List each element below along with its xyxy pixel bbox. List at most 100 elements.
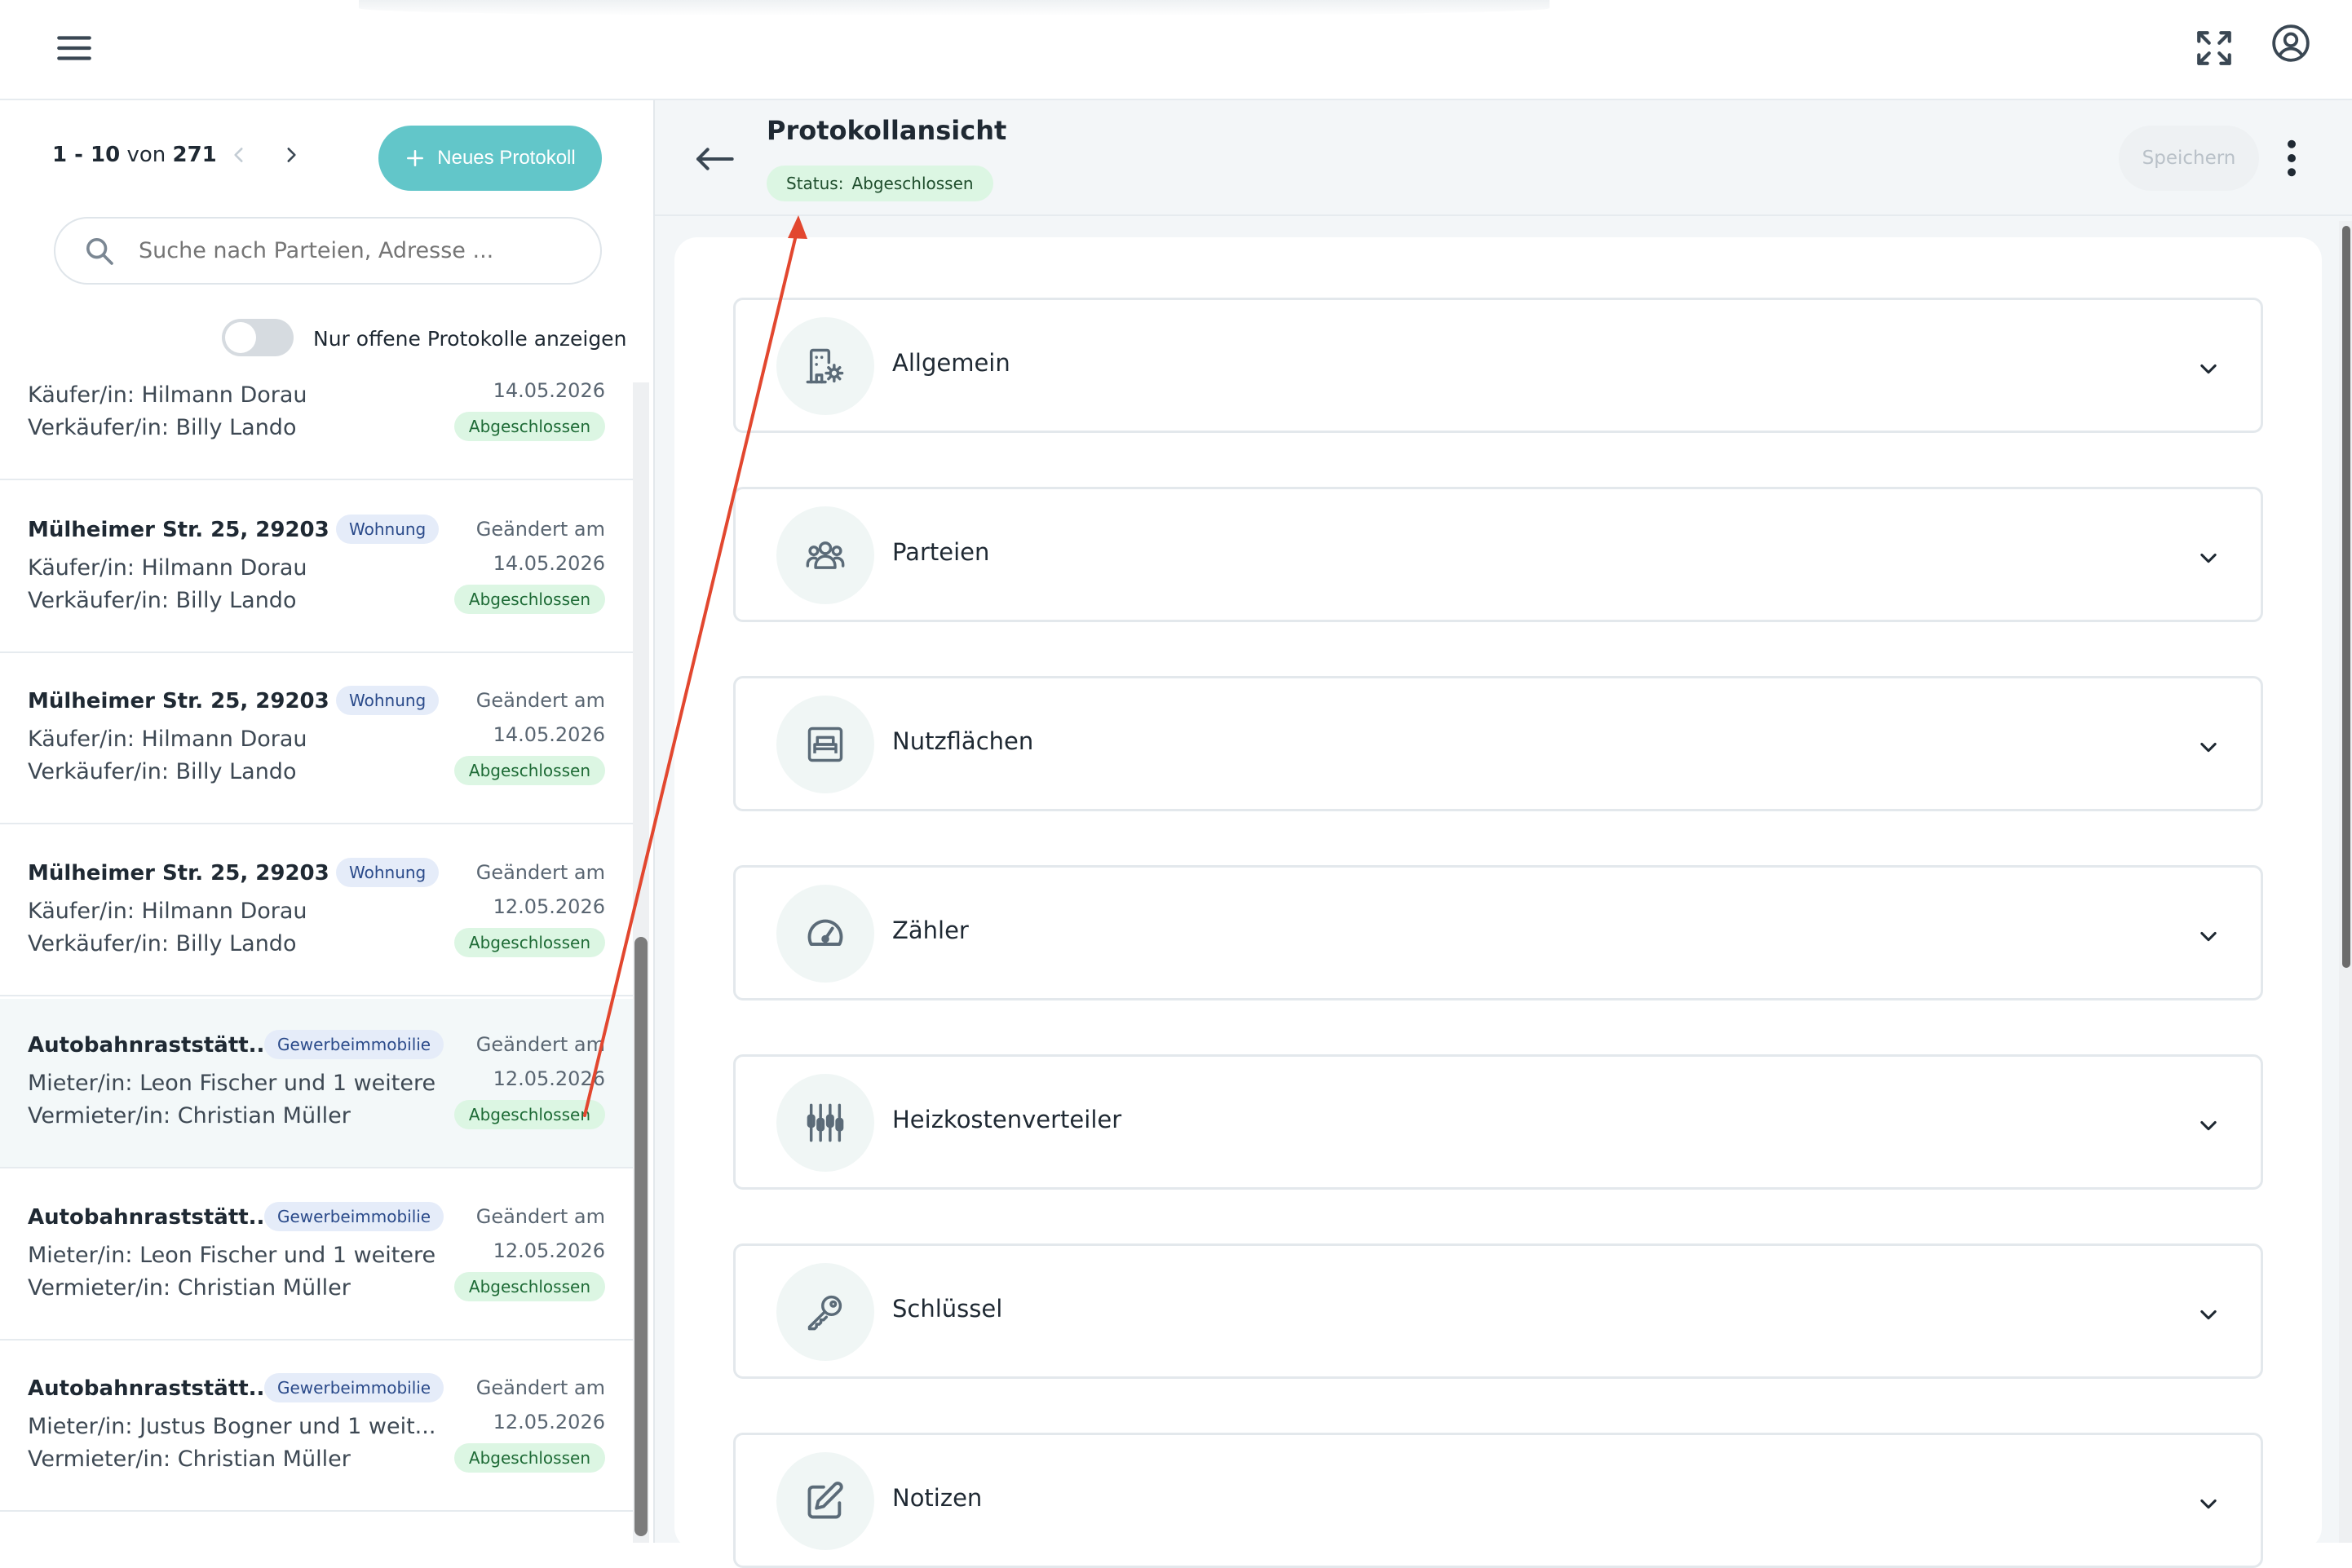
list-item[interactable]: Autobahnraststätt... Gewerbeimmobilie Miet… xyxy=(0,1342,633,1512)
list-item-party1: Käufer/in: Hilmann Dorau xyxy=(28,899,307,924)
list-item-party1: Käufer/in: Hilmann Dorau xyxy=(28,727,307,752)
building-gear-icon xyxy=(776,317,874,415)
expand-icon[interactable] xyxy=(2194,28,2235,68)
group-icon xyxy=(776,506,874,604)
top-bar xyxy=(0,0,2352,100)
status-badge: Abgeschlossen xyxy=(453,1272,605,1301)
list-item-address: Mülheimer Str. 25, 29203 ... xyxy=(28,689,361,713)
account-icon[interactable] xyxy=(2270,23,2311,64)
new-protocol-label: Neues Protokoll xyxy=(437,147,576,169)
gauge-icon xyxy=(776,885,874,983)
list-item-party2: Vermieter/in: Christian Müller xyxy=(28,1275,351,1301)
section-heizkostenverteiler[interactable]: Heizkostenverteiler xyxy=(733,1054,2263,1190)
status-label: Status: xyxy=(786,174,844,193)
list-item-address: Autobahnraststätt... xyxy=(28,1205,273,1230)
list-item-address: Autobahnraststätt... xyxy=(28,1033,273,1058)
detail-scrollbar-thumb[interactable] xyxy=(2342,226,2350,968)
chevron-down-icon[interactable] xyxy=(2197,546,2220,569)
section-schlüssel[interactable]: Schlüssel xyxy=(733,1243,2263,1379)
list-scrollbar[interactable] xyxy=(633,382,649,1543)
status-badge: Abgeschlossen xyxy=(453,928,605,957)
save-button[interactable]: Speichern xyxy=(2119,126,2259,191)
chevron-down-icon[interactable] xyxy=(2197,357,2220,380)
status-badge: Abgeschlossen xyxy=(453,412,605,441)
chevron-down-icon[interactable] xyxy=(2197,1303,2220,1326)
property-type-badge: Gewerbeimmobilie xyxy=(264,1030,444,1059)
list-item-address: Mülheimer Str. 25, 29203 ... xyxy=(28,861,361,886)
changed-date: 12.05.2026 xyxy=(493,1239,605,1262)
list-item[interactable]: Autobahnraststätt... Gewerbeimmobilie Miet… xyxy=(0,999,633,1168)
list-item-party2: Verkäufer/in: Billy Lando xyxy=(28,759,297,784)
changed-date: 12.05.2026 xyxy=(493,1067,605,1090)
section-zähler[interactable]: Zähler xyxy=(733,865,2263,1000)
changed-label: Geändert am xyxy=(475,689,605,712)
plus-icon xyxy=(407,150,424,166)
section-label: Zähler xyxy=(892,917,969,944)
list-item-address: Autobahnraststätt... xyxy=(28,1376,273,1401)
pagination-range: 1 - 10 von 271 xyxy=(52,143,217,167)
list-item-address: Mülheimer Str. 25, 29203 ... xyxy=(28,518,361,542)
section-label: Parteien xyxy=(892,538,990,566)
search-box xyxy=(54,217,602,285)
list-item[interactable]: Mülheimer Str. 25, 29203 ...WohnungKäufe… xyxy=(0,655,633,824)
changed-label: Geändert am xyxy=(475,518,605,541)
changed-date: 14.05.2026 xyxy=(493,552,605,575)
changed-label: Geändert am xyxy=(475,861,605,884)
list-item[interactable]: Mülheimer Str. 25, 29203 ...Wohnung Käufe… xyxy=(0,827,633,996)
section-parteien[interactable]: Parteien xyxy=(733,487,2263,622)
hamburger-menu-icon[interactable] xyxy=(54,28,95,68)
chevron-right-icon[interactable] xyxy=(281,144,302,166)
heat-meter-icon xyxy=(776,1074,874,1172)
list-item-party2: Verkäufer/in: Billy Lando xyxy=(28,931,297,956)
list-item[interactable]: Mülheimer Str. 25, 29203 ...WohnungKäufe… xyxy=(0,382,633,480)
status-badge: Status: Abgeschlossen xyxy=(767,166,993,201)
status-value: Abgeschlossen xyxy=(851,174,974,193)
changed-label: Geändert am xyxy=(475,1376,605,1399)
top-shadow xyxy=(359,0,1550,16)
list-item[interactable]: Mülheimer Str. 25, 29203 ...WohnungKäufe… xyxy=(0,484,633,653)
back-arrow-icon[interactable] xyxy=(694,143,735,175)
section-notizen[interactable]: Notizen xyxy=(733,1433,2263,1568)
chevron-down-icon[interactable] xyxy=(2197,925,2220,947)
changed-label: Geändert am xyxy=(475,1033,605,1056)
detail-scrollbar[interactable] xyxy=(2339,221,2352,1543)
property-type-badge: Gewerbeimmobilie xyxy=(264,1202,444,1231)
changed-label: Geändert am xyxy=(475,1205,605,1228)
list-item-party2: Vermieter/in: Christian Müller xyxy=(28,1103,351,1129)
list-item-party2: Verkäufer/in: Billy Lando xyxy=(28,415,297,440)
list-item-party1: Käufer/in: Hilmann Dorau xyxy=(28,382,307,408)
changed-date: 14.05.2026 xyxy=(493,723,605,746)
section-label: Heizkostenverteiler xyxy=(892,1106,1122,1133)
page-title: Protokollansicht xyxy=(767,115,1007,146)
list-item-party2: Verkäufer/in: Billy Lando xyxy=(28,588,297,613)
chevron-down-icon[interactable] xyxy=(2197,1492,2220,1515)
changed-date: 12.05.2026 xyxy=(493,1411,605,1433)
list-item[interactable]: Autobahnraststätt... Gewerbeimmobilie Miet… xyxy=(0,1171,633,1341)
section-label: Schlüssel xyxy=(892,1295,1003,1323)
protocol-list: Mülheimer Str. 25, 29203 ...WohnungKäufe… xyxy=(0,382,633,1543)
open-only-toggle[interactable] xyxy=(222,319,294,356)
section-label: Notizen xyxy=(892,1484,983,1512)
list-scrollbar-thumb[interactable] xyxy=(634,937,648,1536)
list-item-party2: Vermieter/in: Christian Müller xyxy=(28,1447,351,1472)
changed-date: 12.05.2026 xyxy=(493,895,605,918)
toggle-label: Nur offene Protokolle anzeigen xyxy=(313,327,627,351)
section-nutzflächen[interactable]: Nutzflächen xyxy=(733,676,2263,811)
search-input[interactable] xyxy=(137,237,581,264)
status-badge: Abgeschlossen xyxy=(453,1443,605,1473)
section-allgemein[interactable]: Allgemein xyxy=(733,298,2263,433)
bed-icon xyxy=(776,696,874,793)
protocol-list-panel: 1 - 10 von 271 Neues Protokoll Nur offen… xyxy=(0,100,655,1543)
property-type-badge: Wohnung xyxy=(336,515,440,544)
changed-date: 14.05.2026 xyxy=(493,382,605,402)
status-badge: Abgeschlossen xyxy=(453,1100,605,1129)
list-item-party1: Mieter/in: Leon Fischer und 1 weitere xyxy=(28,1071,436,1096)
status-badge: Abgeschlossen xyxy=(453,585,605,614)
chevron-left-icon[interactable] xyxy=(228,144,250,166)
list-item-party1: Mieter/in: Leon Fischer und 1 weitere xyxy=(28,1243,436,1268)
new-protocol-button[interactable]: Neues Protokoll xyxy=(378,126,602,191)
more-options-icon[interactable] xyxy=(2287,139,2297,177)
property-type-badge: Wohnung xyxy=(336,858,440,887)
chevron-down-icon[interactable] xyxy=(2197,735,2220,758)
chevron-down-icon[interactable] xyxy=(2197,1114,2220,1137)
